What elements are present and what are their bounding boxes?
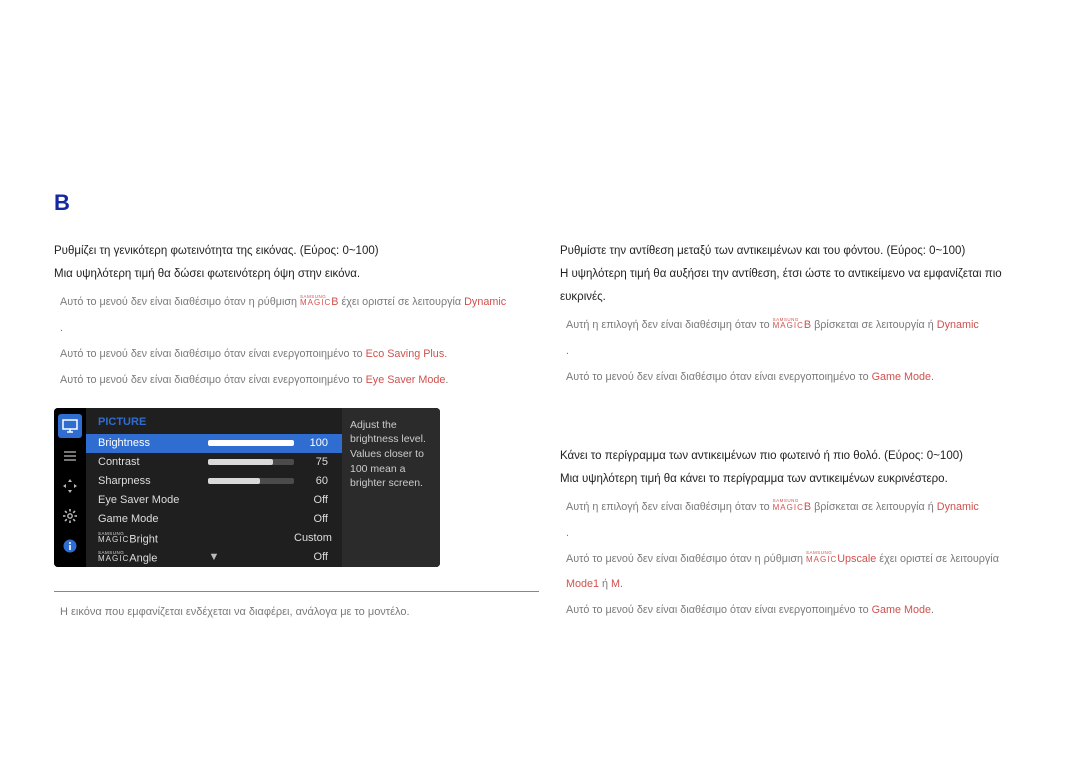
osd-row-label: SAMSUNGMAGICAngle bbox=[98, 551, 208, 565]
left-bullet-2: Αυτό το μενού δεν είναι διαθέσιμο όταν ε… bbox=[54, 342, 520, 368]
left-p2: Μια υψηλότερη τιμή θα δώσει φωτεινότερη … bbox=[54, 263, 520, 286]
left-bullets: Αυτό το μενού δεν είναι διαθέσιμο όταν η… bbox=[54, 290, 520, 394]
osd-row[interactable]: Sharpness 60 bbox=[86, 472, 342, 491]
osd-row-label: Sharpness bbox=[98, 475, 208, 487]
divider bbox=[54, 591, 539, 592]
r1-bullet-1: Αυτή η επιλογή δεν είναι διαθέσιμη όταν … bbox=[560, 313, 1026, 339]
r2-bullet-3: Αυτό το μενού δεν είναι διαθέσιμο όταν ε… bbox=[560, 598, 1026, 624]
r1-bullet-2: Αυτό το μενού δεν είναι διαθέσιμο όταν ε… bbox=[560, 365, 1026, 391]
osd-main: PICTURE Brightness 100 Contrast 75 Sharpness… bbox=[86, 408, 440, 567]
osd-description: Adjust the brightness level. Values clos… bbox=[342, 408, 440, 567]
r1-p1: Ρυθμίστε την αντίθεση μεταξύ των αντικει… bbox=[560, 240, 1026, 263]
bullet-text: Αυτό το μενού δεν είναι διαθέσιμο όταν η… bbox=[60, 290, 506, 316]
osd-row-value: Off bbox=[294, 551, 334, 563]
r2-bullet-2: Αυτό το μενού δεν είναι διαθέσιμο όταν η… bbox=[560, 547, 1026, 599]
osd-row[interactable]: SAMSUNGMAGICBright Custom bbox=[86, 529, 342, 548]
magic-bright-icon: SAMSUNGMAGIC bbox=[300, 295, 331, 308]
r1-bullets: Αυτή η επιλογή δεν είναι διαθέσιμη όταν … bbox=[560, 313, 1026, 391]
osd-slider[interactable] bbox=[208, 478, 294, 484]
bullet-text: Αυτό το μενού δεν είναι διαθέσιμο όταν ε… bbox=[60, 368, 448, 394]
osd-row-value: 75 bbox=[294, 456, 334, 468]
bullet-text: Αυτό το μενού δεν είναι διαθέσιμο όταν ε… bbox=[60, 342, 447, 368]
left-bullet-1: Αυτό το μενού δεν είναι διαθέσιμο όταν η… bbox=[54, 290, 520, 316]
left-p1: Ρυθμίζει τη γενικότερη φωτεινότητα της ε… bbox=[54, 240, 520, 263]
r1-bullet-1-end: . bbox=[560, 339, 1026, 365]
left-bullet-1-end: . bbox=[54, 316, 520, 342]
osd-row[interactable]: Brightness 100 bbox=[86, 434, 342, 453]
osd-slider[interactable] bbox=[208, 440, 294, 446]
osd-row-value: Off bbox=[294, 513, 334, 525]
right-column: Ρυθμίστε την αντίθεση μεταξύ των αντικει… bbox=[560, 240, 1026, 624]
magic-upscale-icon: SAMSUNGMAGIC bbox=[806, 551, 837, 564]
left-column: Ρυθμίζει τη γενικότερη φωτεινότητα της ε… bbox=[54, 240, 520, 624]
osd-row-value: Custom bbox=[294, 532, 334, 544]
info-icon[interactable] bbox=[58, 534, 82, 558]
list-icon[interactable] bbox=[58, 444, 82, 468]
osd-sidebar bbox=[54, 408, 86, 567]
magic-bright-icon: SAMSUNGMAGIC bbox=[773, 499, 804, 512]
osd-row-label: Eye Saver Mode bbox=[98, 494, 208, 506]
osd-row[interactable]: Contrast 75 bbox=[86, 453, 342, 472]
monitor-icon[interactable] bbox=[58, 414, 82, 438]
osd-row-label: Contrast bbox=[98, 456, 208, 468]
left-bullet-3: Αυτό το μενού δεν είναι διαθέσιμο όταν ε… bbox=[54, 368, 520, 394]
osd-panel: PICTURE Brightness 100 Contrast 75 Sharpness… bbox=[54, 408, 440, 567]
r2-bullets: Αυτή η επιλογή δεν είναι διαθέσιμη όταν … bbox=[560, 495, 1026, 625]
footnote: Η εικόνα που εμφανίζεται ενδέχεται να δι… bbox=[54, 606, 520, 618]
osd-title: PICTURE bbox=[86, 408, 342, 434]
right-block-2: Κάνει το περίγραμμα των αντικειμένων πιο… bbox=[560, 445, 1026, 625]
osd-row-label: Brightness bbox=[98, 437, 208, 449]
move-icon[interactable] bbox=[58, 474, 82, 498]
osd-row-value: Off bbox=[294, 494, 334, 506]
r2-bullet-1: Αυτή η επιλογή δεν είναι διαθέσιμη όταν … bbox=[560, 495, 1026, 521]
osd-slider[interactable] bbox=[208, 459, 294, 465]
gear-icon[interactable] bbox=[58, 504, 82, 528]
chevron-down-icon[interactable]: ▼ bbox=[209, 551, 220, 563]
r2-p2: Μια υψηλότερη τιμή θα κάνει το περίγραμμ… bbox=[560, 468, 1026, 491]
osd-row-label: Game Mode bbox=[98, 513, 208, 525]
r2-p1: Κάνει το περίγραμμα των αντικειμένων πιο… bbox=[560, 445, 1026, 468]
section-mark: B bbox=[54, 190, 70, 216]
osd-list: PICTURE Brightness 100 Contrast 75 Sharpness… bbox=[86, 408, 342, 567]
osd-row[interactable]: Game Mode Off bbox=[86, 510, 342, 529]
osd-row[interactable]: Eye Saver Mode Off bbox=[86, 491, 342, 510]
magic-bright-icon: SAMSUNGMAGIC bbox=[773, 318, 804, 331]
osd-row-label: SAMSUNGMAGICBright bbox=[98, 532, 208, 546]
osd-row-value: 60 bbox=[294, 475, 334, 487]
r1-p2: Η υψηλότερη τιμή θα αυξήσει την αντίθεση… bbox=[560, 263, 1026, 309]
r2-bullet-1-end: . bbox=[560, 521, 1026, 547]
osd-row-value: 100 bbox=[294, 437, 334, 449]
